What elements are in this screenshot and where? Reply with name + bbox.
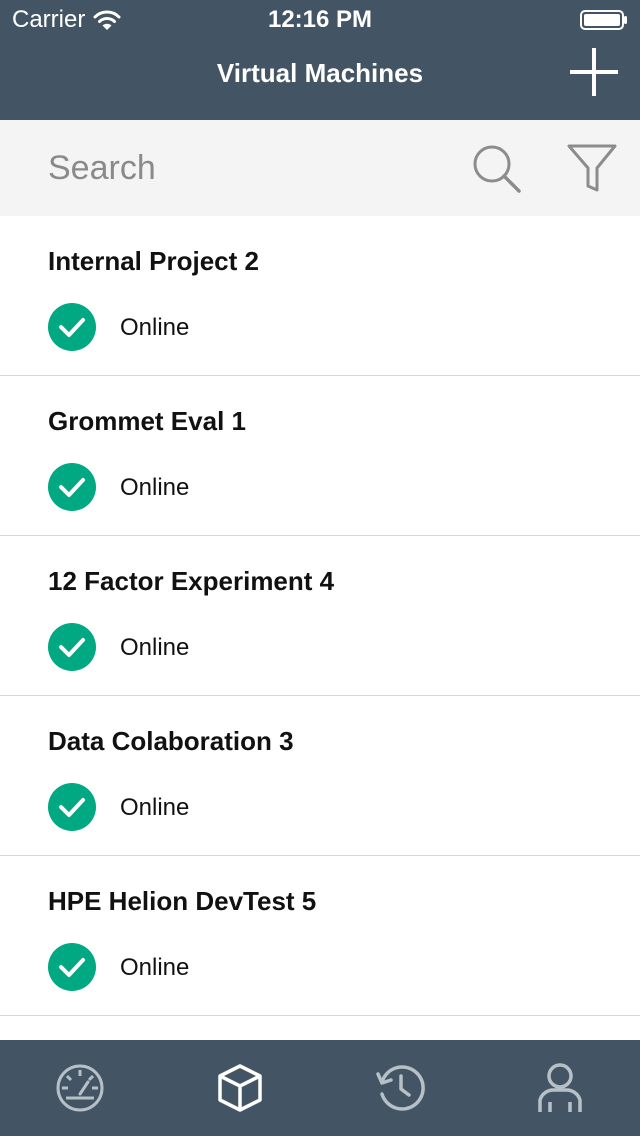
vm-status: Online: [120, 314, 190, 341]
vm-status: Online: [120, 474, 190, 501]
page-title: Virtual Machines: [216, 58, 424, 88]
status-bar: Carrier 12:16 PM: [0, 0, 640, 40]
search-input[interactable]: [48, 144, 428, 192]
vm-list-item[interactable]: Internal Project 2 Online: [0, 216, 640, 376]
vm-name: Data Colaboration 3: [48, 726, 294, 756]
plus-icon[interactable]: [570, 48, 618, 96]
dashboard-icon: [56, 1064, 104, 1112]
status-ok-icon: [48, 463, 96, 511]
vm-list-item[interactable]: Data Colaboration 3 Online: [0, 696, 640, 856]
history-icon: [376, 1065, 425, 1111]
tab-dashboard[interactable]: [0, 1040, 160, 1136]
vm-status: Online: [120, 794, 190, 821]
tab-bar: [0, 1040, 640, 1136]
battery-icon: [580, 10, 627, 30]
vm-list-item[interactable]: Grommet Eval 1 Online: [0, 376, 640, 536]
search-icon[interactable]: [470, 142, 522, 194]
status-ok-icon: [48, 303, 96, 351]
tab-profile[interactable]: [480, 1040, 640, 1136]
tab-virtual-machines[interactable]: [160, 1040, 320, 1136]
vm-status: Online: [120, 634, 190, 661]
add-vm-button[interactable]: [568, 46, 620, 98]
filter-icon[interactable]: [566, 142, 618, 194]
cube-icon: [218, 1064, 262, 1112]
vm-name: Grommet Eval 1: [48, 406, 246, 436]
vm-status: Online: [120, 954, 190, 981]
vm-list-item[interactable]: HPE Helion DevTest 5 Online: [0, 856, 640, 1016]
tab-history[interactable]: [320, 1040, 480, 1136]
vm-list-item[interactable]: 12 Factor Experiment 4 Online: [0, 536, 640, 696]
vm-name: Internal Project 2: [48, 246, 259, 276]
status-ok-icon: [48, 623, 96, 671]
status-ok-icon: [48, 943, 96, 991]
vm-list: Internal Project 2 Online Grommet Eval 1 On…: [0, 216, 640, 1040]
user-icon: [538, 1063, 582, 1112]
vm-name: 12 Factor Experiment 4: [48, 566, 335, 596]
status-time: 12:16 PM: [267, 6, 373, 33]
status-ok-icon: [48, 783, 96, 831]
search-bar: [0, 120, 640, 216]
vm-name: HPE Helion DevTest 5: [48, 886, 317, 916]
app-header: Carrier 12:16 PM Virtual Machines: [0, 0, 640, 120]
